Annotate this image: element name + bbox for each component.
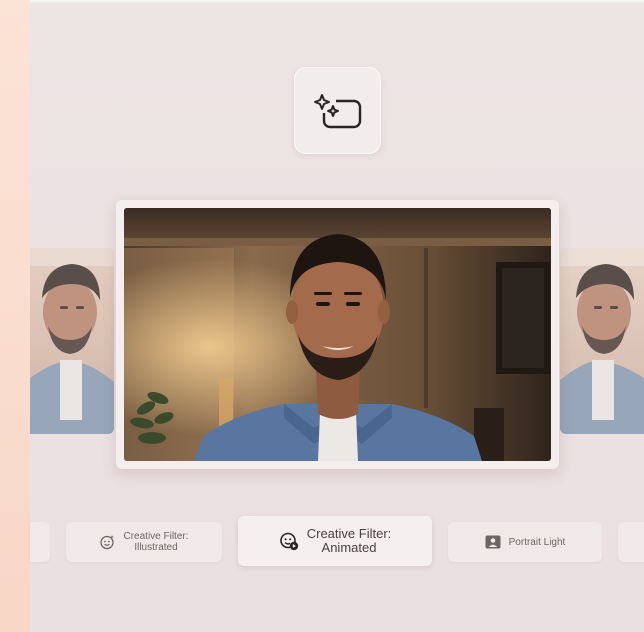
person-thumbnail-right xyxy=(560,248,644,434)
preview-right[interactable] xyxy=(560,248,644,434)
filter-chip-partial-right[interactable] xyxy=(618,522,644,562)
filter-chip-animated[interactable]: Creative Filter: Animated xyxy=(238,516,432,566)
top-edge-highlight xyxy=(30,0,644,4)
smiley-sparkle-icon xyxy=(100,535,115,550)
camera-preview[interactable] xyxy=(124,208,551,461)
left-accent-strip xyxy=(0,0,30,632)
portrait-icon xyxy=(485,535,501,549)
main-video-frame xyxy=(116,200,559,469)
preview-left[interactable] xyxy=(30,248,114,434)
smiley-play-icon xyxy=(279,532,298,551)
filter-chip-illustrated[interactable]: Creative Filter: Illustrated xyxy=(66,522,222,562)
filter-chip-portrait-light[interactable]: Portrait Light xyxy=(448,522,602,562)
filter-chip-partial-left[interactable] xyxy=(30,522,50,562)
filter-chip-portrait-light-label: Portrait Light xyxy=(508,536,566,548)
person-thumbnail-left xyxy=(30,248,114,434)
filter-chip-animated-label: Creative Filter: Animated xyxy=(306,526,392,555)
effects-hero-card xyxy=(294,67,381,154)
filter-chip-illustrated-label: Creative Filter: Illustrated xyxy=(123,531,189,553)
person-video-image xyxy=(124,208,551,461)
sparkle-image-icon xyxy=(313,90,361,128)
